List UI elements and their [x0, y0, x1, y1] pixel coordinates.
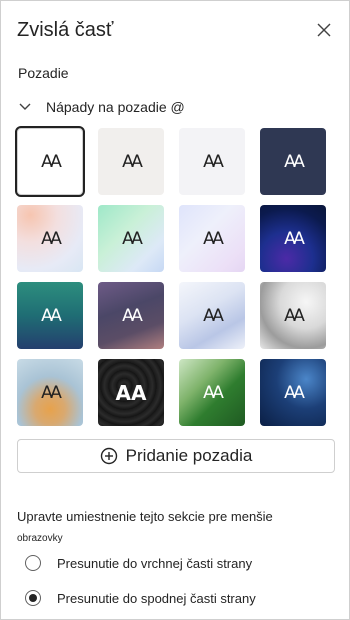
placement-description-sub: obrazovky: [17, 533, 63, 544]
tile-preview-text: AA: [41, 305, 62, 326]
vertical-section-panel: Zvislá časť Pozadie Nápady na pozadie @ …: [0, 0, 350, 620]
placement-description: Upravte umiestnenie tejto sekcie pre men…: [17, 509, 273, 524]
tile-preview-text: AA: [203, 382, 224, 403]
background-tile-deep-purple[interactable]: AA: [260, 205, 326, 272]
background-tile-cool-gray[interactable]: AA: [179, 128, 245, 195]
plus-circle-icon: [100, 447, 117, 465]
tile-preview-text: AA: [284, 228, 305, 249]
radio-label: Presunutie do spodnej časti strany: [57, 590, 256, 606]
tile-preview-text: AA: [41, 151, 62, 172]
radio-button[interactable]: [25, 590, 41, 606]
background-tile-golden-bokeh[interactable]: AA: [17, 359, 83, 426]
add-background-button[interactable]: Pridanie pozadia: [17, 439, 335, 473]
background-tile-black-swirl[interactable]: AA: [98, 359, 164, 426]
tile-preview-text: AA: [284, 305, 305, 326]
tile-preview-text: AA: [122, 228, 143, 249]
radio-button[interactable]: [25, 555, 41, 571]
tile-preview-text: AA: [284, 151, 305, 172]
tile-preview-text: AA: [122, 151, 143, 172]
background-tile-teal-blue[interactable]: AA: [17, 282, 83, 349]
background-tile-peach-gradient[interactable]: AA: [17, 205, 83, 272]
background-ideas-label: Nápady na pozadie @: [46, 99, 185, 115]
background-tile-green-leaf[interactable]: AA: [179, 359, 245, 426]
tile-preview-text: AA: [203, 151, 224, 172]
radio-label: Presunutie do vrchnej časti strany: [57, 555, 253, 571]
background-tile-white[interactable]: AA: [15, 126, 85, 197]
background-tile-gray-abstract[interactable]: AA: [260, 282, 326, 349]
tile-preview-text: AA: [284, 382, 305, 403]
radio-move-to-top[interactable]: Presunutie do vrchnej časti strany: [25, 553, 252, 573]
background-tile-warm-gray[interactable]: AA: [98, 128, 164, 195]
add-background-label: Pridanie pozadia: [125, 446, 253, 465]
close-icon[interactable]: [315, 21, 333, 39]
background-ideas-toggle[interactable]: Nápady na pozadie @: [18, 97, 185, 117]
tile-preview-text: AA: [203, 228, 224, 249]
background-tile-silver-wave[interactable]: AA: [179, 282, 245, 349]
tile-preview-text: AA: [122, 305, 143, 326]
background-tile-navy[interactable]: AA: [260, 128, 326, 195]
tile-preview-text: AA: [203, 305, 224, 326]
background-grid: AA AA AA AA AA AA AA AA AA AA AA AA AA A…: [15, 126, 335, 426]
panel-title: Zvislá časť: [17, 19, 114, 41]
tile-preview-text: AA: [41, 228, 62, 249]
chevron-down-icon: [19, 103, 31, 110]
radio-move-to-bottom[interactable]: Presunutie do spodnej časti strany: [25, 588, 256, 608]
background-tile-lavender-gradient[interactable]: AA: [179, 205, 245, 272]
background-tile-mint-gradient[interactable]: AA: [98, 205, 164, 272]
background-section-label: Pozadie: [18, 65, 69, 81]
tile-preview-text: AA: [115, 380, 147, 405]
tile-preview-text: AA: [41, 382, 62, 403]
background-tile-mauve[interactable]: AA: [98, 282, 164, 349]
background-tile-blue-network[interactable]: AA: [260, 359, 326, 426]
